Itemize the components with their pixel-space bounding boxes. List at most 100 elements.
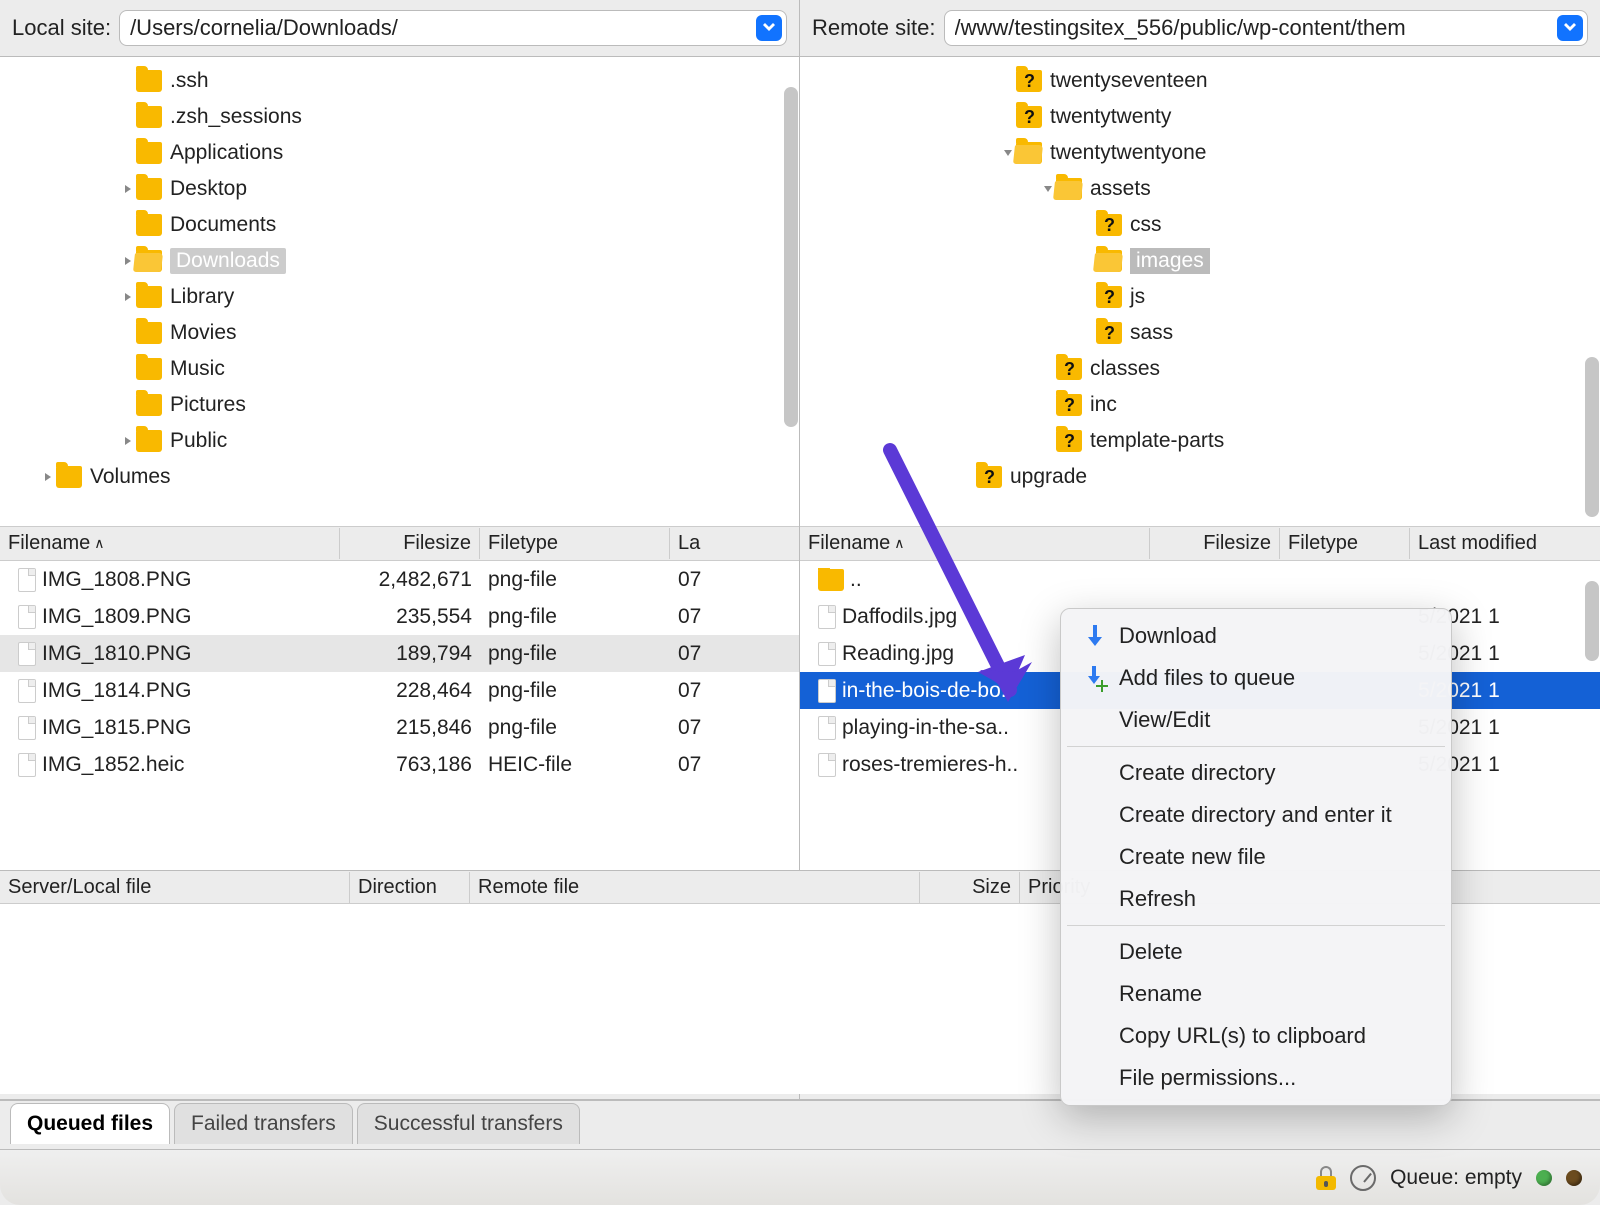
file-icon xyxy=(818,753,836,777)
local-path-input[interactable]: /Users/cornelia/Downloads/ xyxy=(119,10,787,46)
tree-item[interactable]: Applications xyxy=(0,135,799,171)
tree-item[interactable]: template-parts xyxy=(800,423,1600,459)
transfer-tabs: Queued filesFailed transfersSuccessful t… xyxy=(0,1100,1600,1144)
remote-path-dropdown[interactable] xyxy=(1557,15,1583,41)
file-icon xyxy=(18,568,36,592)
local-path-value[interactable]: /Users/cornelia/Downloads/ xyxy=(130,15,756,41)
local-file-header[interactable]: Filename ∧FilesizeFiletypeLa xyxy=(0,527,799,561)
file-row[interactable]: IMG_1808.PNG2,482,671png-file07 xyxy=(0,561,799,598)
menu-item-delete[interactable]: Delete xyxy=(1061,931,1451,973)
tree-item[interactable]: Public xyxy=(0,423,799,459)
folder-icon xyxy=(136,394,162,416)
column-header[interactable]: Filetype xyxy=(480,528,670,559)
indicator-brown xyxy=(1566,1170,1582,1186)
menu-item-create-directory[interactable]: Create directory xyxy=(1061,752,1451,794)
context-menu[interactable]: DownloadAdd files to queueView/Edit Creat… xyxy=(1060,608,1452,1106)
tree-item[interactable]: js xyxy=(800,279,1600,315)
gauge-icon[interactable] xyxy=(1350,1165,1376,1191)
queue-column-header[interactable]: Server/Local file xyxy=(0,872,350,903)
tab-failed-transfers[interactable]: Failed transfers xyxy=(174,1103,353,1144)
tree-item[interactable]: inc xyxy=(800,387,1600,423)
chevron-right-icon[interactable] xyxy=(40,469,56,485)
tree-item[interactable]: assets xyxy=(800,171,1600,207)
tree-item[interactable]: Music xyxy=(0,351,799,387)
tree-item-label: classes xyxy=(1090,357,1160,381)
menu-item-refresh[interactable]: Refresh xyxy=(1061,878,1451,920)
file-row[interactable]: IMG_1809.PNG235,554png-file07 xyxy=(0,598,799,635)
tree-item[interactable]: sass xyxy=(800,315,1600,351)
tab-queued-files[interactable]: Queued files xyxy=(10,1103,170,1144)
tree-item[interactable]: classes xyxy=(800,351,1600,387)
local-tree-scrollbar[interactable] xyxy=(784,87,798,427)
folder-icon xyxy=(136,430,162,452)
tree-item[interactable]: Library xyxy=(0,279,799,315)
column-header[interactable]: Filename ∧ xyxy=(800,528,1150,559)
remote-path-input[interactable]: /www/testingsitex_556/public/wp-content/… xyxy=(944,10,1589,46)
folder-icon xyxy=(818,569,844,591)
tree-item[interactable]: css xyxy=(800,207,1600,243)
remote-tree[interactable]: twentyseventeentwentytwentytwentytwentyo… xyxy=(800,57,1600,527)
menu-item-rename[interactable]: Rename xyxy=(1061,973,1451,1015)
remote-tree-scrollbar[interactable] xyxy=(1585,357,1599,517)
tab-successful-transfers[interactable]: Successful transfers xyxy=(357,1103,580,1144)
lock-icon[interactable] xyxy=(1316,1166,1336,1190)
menu-item-create-directory-and-enter-it[interactable]: Create directory and enter it xyxy=(1061,794,1451,836)
local-tree[interactable]: .ssh.zsh_sessionsApplications Desktop Docu… xyxy=(0,57,799,527)
menu-item-create-new-file[interactable]: Create new file xyxy=(1061,836,1451,878)
local-path-dropdown[interactable] xyxy=(756,15,782,41)
disclosure-placeholder xyxy=(120,145,136,161)
tree-item[interactable]: .zsh_sessions xyxy=(0,99,799,135)
menu-item-file-permissions[interactable]: File permissions... xyxy=(1061,1057,1451,1099)
queue-column-header[interactable]: Direction xyxy=(350,872,470,903)
tree-item[interactable]: Documents xyxy=(0,207,799,243)
column-header[interactable]: Filetype xyxy=(1280,528,1410,559)
disclosure-placeholder xyxy=(1040,433,1056,449)
file-type: png-file xyxy=(480,716,670,740)
file-row[interactable]: .. xyxy=(800,561,1600,598)
column-header[interactable]: La xyxy=(670,528,750,559)
tree-item[interactable]: twentytwentyone xyxy=(800,135,1600,171)
menu-item-view-edit[interactable]: View/Edit xyxy=(1061,699,1451,741)
tree-item-label: Desktop xyxy=(170,177,247,201)
tree-item[interactable]: images xyxy=(800,243,1600,279)
file-row[interactable]: IMG_1815.PNG215,846png-file07 xyxy=(0,709,799,746)
file-row[interactable]: IMG_1810.PNG189,794png-file07 xyxy=(0,635,799,672)
tree-item[interactable]: Volumes xyxy=(0,459,799,495)
menu-item-add-files-to-queue[interactable]: Add files to queue xyxy=(1061,657,1451,699)
tree-item[interactable]: Desktop xyxy=(0,171,799,207)
menu-item-copy-url-s-to-clipboard[interactable]: Copy URL(s) to clipboard xyxy=(1061,1015,1451,1057)
file-icon xyxy=(18,716,36,740)
menu-item-label: Create new file xyxy=(1119,844,1266,870)
disclosure-placeholder xyxy=(960,469,976,485)
chevron-right-icon[interactable] xyxy=(120,289,136,305)
tree-item[interactable]: twentytwenty xyxy=(800,99,1600,135)
add-to-queue-icon xyxy=(1083,666,1107,690)
queue-column-header[interactable]: Size xyxy=(920,872,1020,903)
tree-item[interactable]: .ssh xyxy=(0,63,799,99)
menu-item-download[interactable]: Download xyxy=(1061,615,1451,657)
tree-item-label: Music xyxy=(170,357,225,381)
tree-item[interactable]: Pictures xyxy=(0,387,799,423)
file-icon xyxy=(18,605,36,629)
remote-file-scrollbar[interactable] xyxy=(1585,581,1599,661)
folder-icon xyxy=(136,358,162,380)
tree-item[interactable]: twentyseventeen xyxy=(800,63,1600,99)
file-row[interactable]: IMG_1814.PNG228,464png-file07 xyxy=(0,672,799,709)
chevron-right-icon[interactable] xyxy=(120,181,136,197)
column-header[interactable]: Filesize xyxy=(340,528,480,559)
remote-file-header[interactable]: Filename ∧FilesizeFiletypeLast modified xyxy=(800,527,1600,561)
tree-item[interactable]: Movies xyxy=(0,315,799,351)
file-row[interactable]: IMG_1852.heic763,186HEIC-file07 xyxy=(0,746,799,783)
queue-column-header[interactable]: Remote file xyxy=(470,872,920,903)
sort-asc-icon: ∧ xyxy=(894,535,904,552)
tree-item[interactable]: upgrade xyxy=(800,459,1600,495)
menu-separator xyxy=(1067,746,1445,747)
disclosure-placeholder xyxy=(1040,397,1056,413)
remote-path-value[interactable]: /www/testingsitex_556/public/wp-content/… xyxy=(955,15,1558,41)
column-header[interactable]: Filename ∧ xyxy=(0,528,340,559)
chevron-right-icon[interactable] xyxy=(120,433,136,449)
column-header[interactable]: Filesize xyxy=(1150,528,1280,559)
menu-separator xyxy=(1067,925,1445,926)
tree-item[interactable]: Downloads xyxy=(0,243,799,279)
column-header[interactable]: Last modified xyxy=(1410,528,1570,559)
